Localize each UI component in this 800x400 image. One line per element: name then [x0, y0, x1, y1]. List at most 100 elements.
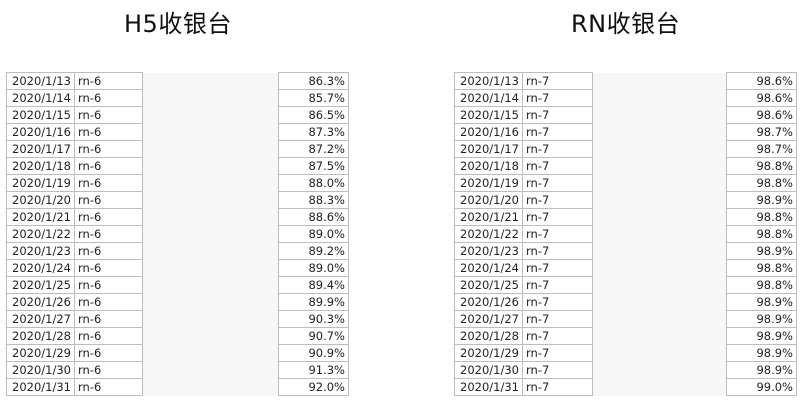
h5-cashier-title: H5收银台 [124, 10, 232, 38]
percentage-cell: 91.3% [278, 361, 349, 379]
percentage-cell: 87.2% [278, 140, 349, 158]
blank-cell [142, 140, 279, 158]
table-row: 2020/1/20 rn-7 98.9% [454, 191, 797, 209]
version-cell: rn-6 [74, 344, 143, 362]
table-row: 2020/1/29 rn-7 98.9% [454, 344, 797, 362]
table-row: 2020/1/26 rn-7 98.9% [454, 293, 797, 311]
table-row: 2020/1/19 rn-7 98.8% [454, 174, 797, 192]
table-row: 2020/1/23 rn-7 98.9% [454, 242, 797, 260]
percentage-cell: 89.0% [278, 225, 349, 243]
version-cell: rn-7 [522, 378, 593, 396]
date-cell: 2020/1/24 [454, 259, 523, 277]
percentage-cell: 98.8% [726, 259, 797, 277]
blank-cell [142, 157, 279, 175]
table-row: 2020/1/24 rn-6 89.0% [6, 259, 349, 277]
version-cell: rn-7 [522, 123, 593, 141]
blank-cell [592, 293, 727, 311]
percentage-cell: 89.4% [278, 276, 349, 294]
date-cell: 2020/1/21 [6, 208, 75, 226]
percentage-cell: 90.7% [278, 327, 349, 345]
percentage-cell: 86.5% [278, 106, 349, 124]
blank-cell [142, 344, 279, 362]
rn-table-body: 2020/1/13 rn-7 98.6% 2020/1/14 rn-7 98.6% 2020… [454, 72, 797, 396]
table-row: 2020/1/21 rn-7 98.8% [454, 208, 797, 226]
version-cell: rn-6 [74, 72, 143, 90]
blank-cell [592, 174, 727, 192]
date-cell: 2020/1/22 [454, 225, 523, 243]
table-row: 2020/1/25 rn-6 89.4% [6, 276, 349, 294]
h5-table-body: 2020/1/13 rn-6 86.3% 2020/1/14 rn-6 85.7% 2020… [6, 72, 349, 396]
date-cell: 2020/1/17 [6, 140, 75, 158]
blank-cell [142, 242, 279, 260]
percentage-cell: 87.5% [278, 157, 349, 175]
percentage-cell: 85.7% [278, 89, 349, 107]
blank-cell [592, 140, 727, 158]
version-cell: rn-7 [522, 208, 593, 226]
date-cell: 2020/1/13 [454, 72, 523, 90]
blank-cell [142, 225, 279, 243]
table-row: 2020/1/24 rn-7 98.8% [454, 259, 797, 277]
table-row: 2020/1/13 rn-6 86.3% [6, 72, 349, 90]
date-cell: 2020/1/24 [6, 259, 75, 277]
version-cell: rn-7 [522, 242, 593, 260]
version-cell: rn-6 [74, 225, 143, 243]
percentage-cell: 98.9% [726, 344, 797, 362]
blank-cell [142, 310, 279, 328]
percentage-cell: 98.9% [726, 191, 797, 209]
percentage-cell: 90.9% [278, 344, 349, 362]
blank-cell [142, 361, 279, 379]
blank-cell [142, 327, 279, 345]
blank-cell [142, 89, 279, 107]
percentage-cell: 98.9% [726, 361, 797, 379]
percentage-cell: 98.8% [726, 225, 797, 243]
table-row: 2020/1/27 rn-6 90.3% [6, 310, 349, 328]
rn-cashier-title: RN收银台 [571, 10, 681, 38]
version-cell: rn-6 [74, 140, 143, 158]
version-cell: rn-7 [522, 293, 593, 311]
percentage-cell: 98.6% [726, 72, 797, 90]
blank-cell [592, 276, 727, 294]
date-cell: 2020/1/16 [6, 123, 75, 141]
date-cell: 2020/1/28 [6, 327, 75, 345]
table-row: 2020/1/28 rn-7 98.9% [454, 327, 797, 345]
percentage-cell: 86.3% [278, 72, 349, 90]
table-row: 2020/1/27 rn-7 98.9% [454, 310, 797, 328]
table-row: 2020/1/21 rn-6 88.6% [6, 208, 349, 226]
date-cell: 2020/1/20 [454, 191, 523, 209]
table-row: 2020/1/18 rn-6 87.5% [6, 157, 349, 175]
blank-cell [592, 344, 727, 362]
date-cell: 2020/1/23 [6, 242, 75, 260]
percentage-cell: 88.6% [278, 208, 349, 226]
table-row: 2020/1/16 rn-7 98.7% [454, 123, 797, 141]
percentage-cell: 98.7% [726, 123, 797, 141]
percentage-cell: 98.6% [726, 89, 797, 107]
blank-cell [592, 242, 727, 260]
percentage-cell: 87.3% [278, 123, 349, 141]
version-cell: rn-7 [522, 259, 593, 277]
blank-cell [142, 106, 279, 124]
table-row: 2020/1/15 rn-6 86.5% [6, 106, 349, 124]
date-cell: 2020/1/29 [6, 344, 75, 362]
table-row: 2020/1/20 rn-6 88.3% [6, 191, 349, 209]
table-row: 2020/1/28 rn-6 90.7% [6, 327, 349, 345]
date-cell: 2020/1/15 [6, 106, 75, 124]
date-cell: 2020/1/22 [6, 225, 75, 243]
date-cell: 2020/1/18 [454, 157, 523, 175]
table-row: 2020/1/29 rn-6 90.9% [6, 344, 349, 362]
table-row: 2020/1/17 rn-7 98.7% [454, 140, 797, 158]
blank-cell [142, 293, 279, 311]
blank-cell [142, 72, 279, 90]
blank-cell [592, 327, 727, 345]
blank-cell [142, 123, 279, 141]
version-cell: rn-6 [74, 293, 143, 311]
version-cell: rn-7 [522, 276, 593, 294]
table-row: 2020/1/31 rn-7 99.0% [454, 378, 797, 396]
version-cell: rn-7 [522, 157, 593, 175]
date-cell: 2020/1/14 [6, 89, 75, 107]
date-cell: 2020/1/31 [6, 378, 75, 396]
blank-cell [592, 259, 727, 277]
version-cell: rn-6 [74, 310, 143, 328]
version-cell: rn-6 [74, 361, 143, 379]
version-cell: rn-7 [522, 361, 593, 379]
version-cell: rn-7 [522, 310, 593, 328]
